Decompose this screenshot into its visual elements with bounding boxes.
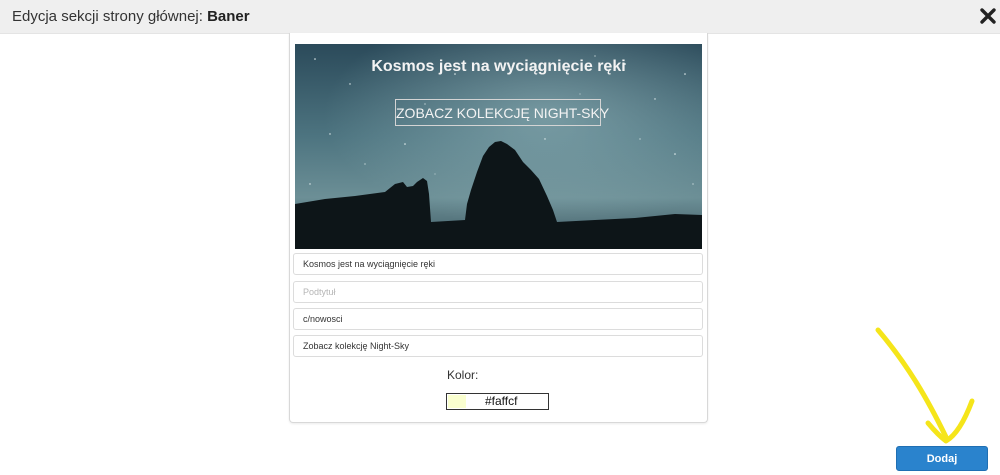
annotation-arrow-icon: [875, 327, 975, 444]
banner-editor-panel: Kosmos jest na wyciągnięcie ręki ZOBACZ …: [289, 33, 708, 423]
add-button[interactable]: Dodaj: [896, 446, 988, 471]
color-value: #faffcf: [485, 394, 518, 408]
banner-heading: Kosmos jest na wyciągnięcie ręki: [371, 58, 626, 75]
modal-title-prefix: Edycja sekcji strony głównej:: [12, 8, 208, 25]
banner-preview: Kosmos jest na wyciągnięcie ręki ZOBACZ …: [295, 44, 702, 249]
modal-title-section: Baner: [207, 8, 250, 25]
modal-title: Edycja sekcji strony głównej: Baner: [12, 8, 250, 25]
subtitle-input[interactable]: [293, 281, 703, 303]
button-text-input[interactable]: [293, 335, 703, 357]
color-label: Kolor:: [447, 368, 479, 382]
title-input[interactable]: [293, 253, 703, 275]
modal-header: Edycja sekcji strony głównej: Baner: [0, 0, 1000, 34]
close-icon[interactable]: [979, 6, 997, 26]
color-swatch[interactable]: [448, 395, 466, 408]
banner-cta-button[interactable]: ZOBACZ KOLEKCJĘ NIGHT-SKY: [395, 99, 609, 126]
color-picker[interactable]: #faffcf: [446, 393, 549, 410]
link-input[interactable]: [293, 308, 703, 330]
